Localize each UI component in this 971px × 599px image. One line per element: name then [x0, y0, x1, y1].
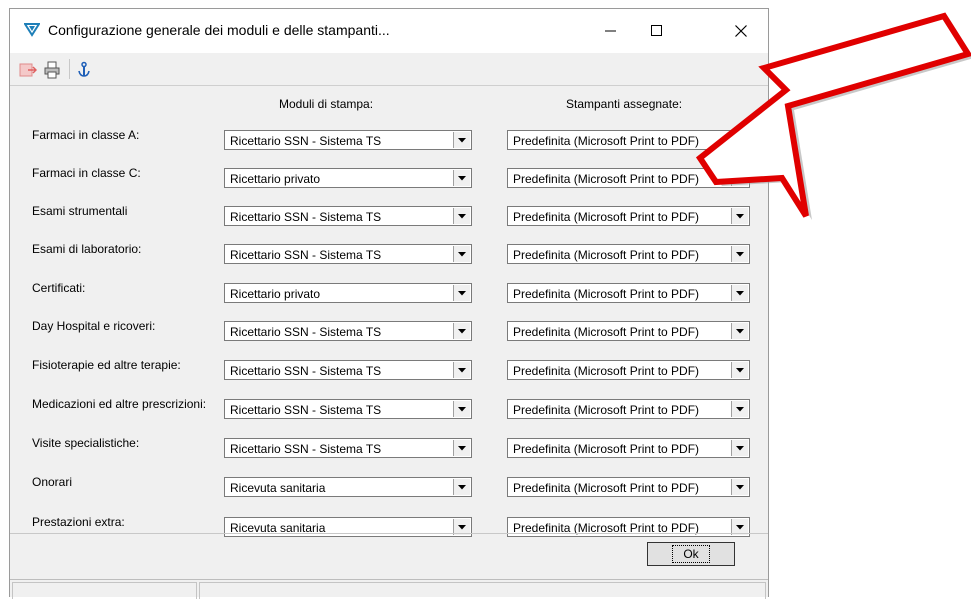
annotation-arrow	[695, 12, 971, 220]
